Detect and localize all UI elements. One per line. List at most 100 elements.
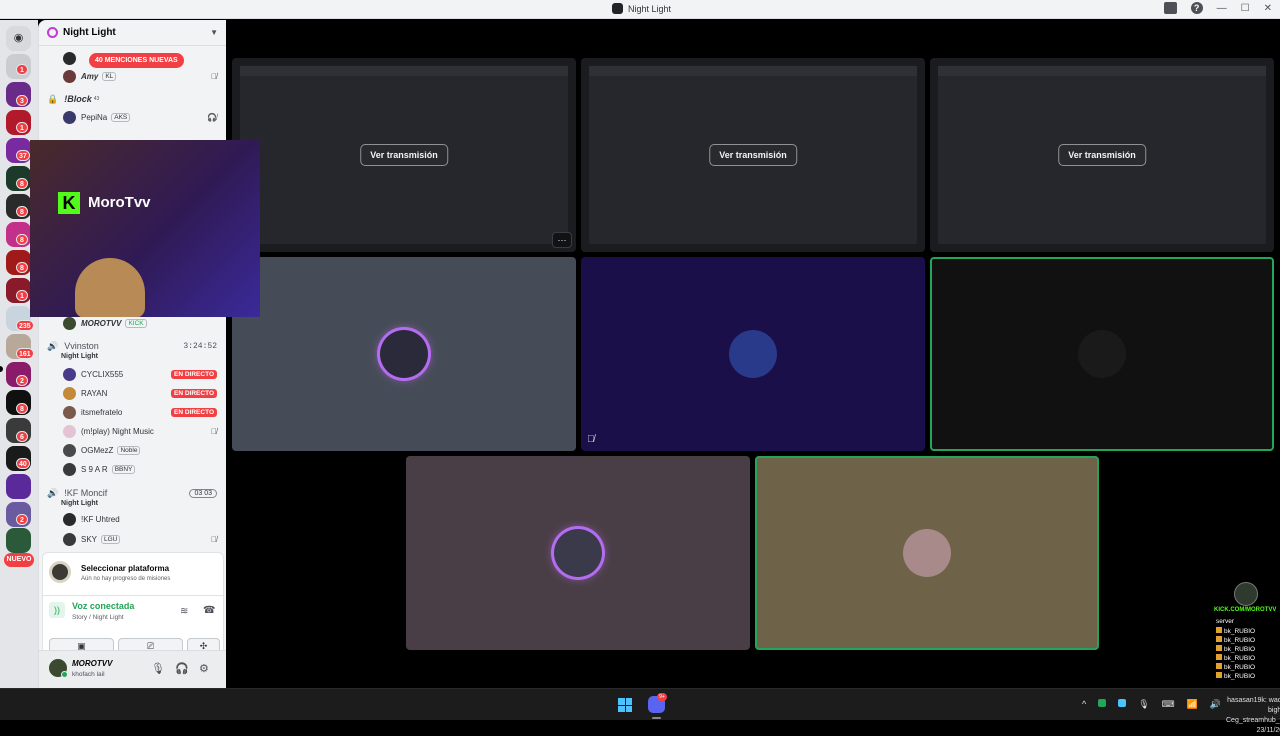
user-name: CYCLIX555	[81, 369, 124, 379]
channel-name: !KF Moncif	[64, 488, 108, 498]
user-name: Amy	[81, 71, 99, 81]
participant-tile[interactable]	[232, 257, 576, 451]
list-item[interactable]: SKY LGU 🎙̸	[39, 530, 226, 548]
chat-line: bk_RUBIO	[1216, 627, 1255, 635]
signal-icon: ))	[49, 602, 65, 618]
watch-stream-button[interactable]: Ver transmisión	[360, 144, 448, 166]
chat-line: bk_RUBIO	[1216, 654, 1255, 662]
avatar	[63, 532, 76, 546]
security-icon[interactable]	[1118, 699, 1127, 707]
list-item[interactable]: !KF Uhtred	[39, 510, 226, 528]
avatar	[1234, 582, 1258, 606]
window-title: Night Light	[612, 3, 671, 14]
list-item[interactable]: PepiNa AKS 🎧̸	[39, 108, 226, 126]
watch-stream-button[interactable]: Ver transmisión	[709, 144, 797, 166]
channel-name: !Block	[64, 94, 92, 104]
live-badge: EN DIRECTO	[171, 369, 217, 379]
guild-badge: 8	[16, 206, 28, 217]
user-name: SKY	[81, 534, 98, 544]
disconnect-icon[interactable]: ☎	[203, 605, 215, 616]
quest-icon	[49, 561, 71, 583]
user-counter: 03 03	[189, 488, 217, 498]
avatar	[729, 330, 777, 378]
chat-line: server	[1216, 618, 1235, 625]
user-tag: BBNY	[111, 464, 136, 474]
participant-tile[interactable]	[406, 456, 750, 650]
channel-subtitle: Night Light	[61, 500, 98, 507]
noise-suppression-icon[interactable]: ≋	[180, 606, 188, 617]
speaker-icon: 🔊	[47, 340, 59, 351]
keyboard-icon[interactable]: ⌨	[1162, 699, 1175, 710]
live-badge: EN DIRECTO	[171, 388, 217, 398]
headphones-icon[interactable]: 🎧	[175, 662, 189, 675]
guild-badge: 6	[16, 431, 28, 442]
more-options-button[interactable]: ···	[552, 232, 572, 248]
server-icon[interactable]	[6, 474, 31, 499]
chat-line: hasasan19k: wach a bighout	[1227, 697, 1280, 714]
avatar	[63, 51, 76, 65]
window-title-text: Night Light	[628, 3, 672, 14]
voice-location[interactable]: Story / Night Light	[72, 614, 124, 621]
voice-stage: Ver transmisión ··· Ver transmisión Ver …	[226, 20, 1280, 688]
list-item[interactable]: S 9 A R BBNY	[39, 460, 226, 478]
quest-subtitle: Aún no hay progreso de misiones	[81, 576, 171, 582]
clock-date: 23/11/2025	[1256, 727, 1280, 734]
participant-tile[interactable]	[930, 257, 1274, 451]
list-item[interactable]: OGMezZ Noble	[39, 441, 226, 459]
user-name[interactable]: MOROTVV	[72, 659, 112, 668]
stream-tile[interactable]: Ver transmisión	[930, 58, 1274, 252]
streamer-video	[75, 258, 145, 317]
inbox-icon[interactable]	[1163, 2, 1177, 14]
help-icon[interactable]: ?	[1190, 2, 1203, 14]
volume-icon[interactable]: 🔊	[1210, 699, 1221, 710]
deafen-icon: 🎧̸	[207, 112, 217, 122]
participant-tile[interactable]	[755, 456, 1099, 650]
quest-title[interactable]: Seleccionar plataforma	[81, 564, 169, 573]
mute-icon: 🎙̸	[211, 426, 217, 436]
window-titlebar: Night Light ? — ☐ ✕	[0, 0, 1280, 19]
server-header[interactable]: Night Light ▼	[39, 20, 226, 46]
minimize-button[interactable]: —	[1217, 3, 1227, 14]
list-item[interactable]: itsmefratelo EN DIRECTO	[39, 403, 226, 421]
maximize-button[interactable]: ☐	[1241, 3, 1250, 14]
microphone-icon[interactable]: 🎙	[151, 662, 165, 675]
voice-status[interactable]: Voz conectada	[72, 601, 134, 611]
server-icon[interactable]	[6, 528, 31, 553]
guild-badge: 8	[16, 234, 28, 245]
avatar	[380, 330, 428, 378]
avatar	[1078, 330, 1126, 378]
user-name: S 9 A R	[81, 464, 108, 474]
list-item[interactable]: Amy KL 🎙̸	[39, 67, 226, 85]
list-item[interactable]: (m!play) Night Music 🎙̸	[39, 422, 226, 440]
guild-badge: 37	[16, 150, 30, 161]
stream-tile[interactable]: Ver transmisión ···	[232, 58, 576, 252]
close-button[interactable]: ✕	[1264, 3, 1272, 14]
nvidia-icon[interactable]	[1098, 699, 1107, 707]
guild-badge: 8	[16, 178, 28, 189]
watch-stream-button[interactable]: Ver transmisión	[1058, 144, 1146, 166]
gear-icon[interactable]: ⚙	[199, 662, 209, 675]
picture-in-picture-stream[interactable]: K MoroTvv	[30, 140, 260, 317]
microphone-icon[interactable]: 🎙	[1138, 699, 1149, 710]
taskbar-clock[interactable]: hasasan19k: wach a bighout Ceg_streamhub…	[1226, 696, 1280, 736]
list-item[interactable]: RAYAN EN DIRECTO	[39, 384, 226, 402]
kick-logo: K	[58, 192, 80, 214]
avatar	[63, 316, 76, 330]
stream-tile[interactable]: Ver transmisión	[581, 58, 925, 252]
chevron-up-icon[interactable]: ^	[1082, 699, 1086, 710]
voice-channel[interactable]: 🔒 !Block 43	[39, 90, 226, 108]
windows-start-icon[interactable]	[618, 698, 632, 712]
user-tag: KL	[102, 71, 117, 81]
participant-tile[interactable]: 🎙̸	[581, 257, 925, 451]
speaker-icon: 🔊	[47, 487, 59, 498]
channel-name: Vvinston	[64, 341, 99, 351]
list-item[interactable]: CYCLIX555 EN DIRECTO	[39, 365, 226, 383]
mute-icon: 🎙̸	[211, 534, 217, 544]
discord-home-icon[interactable]: ◉	[6, 26, 31, 51]
mentions-pill[interactable]: 40 MENCIONES NUEVAS	[89, 53, 184, 68]
wifi-icon[interactable]: 📶	[1187, 699, 1198, 710]
user-name: (m!play) Night Music	[81, 426, 154, 436]
online-status-icon	[61, 671, 68, 678]
avatar	[63, 512, 76, 526]
mute-icon: 🎙̸	[587, 434, 595, 445]
